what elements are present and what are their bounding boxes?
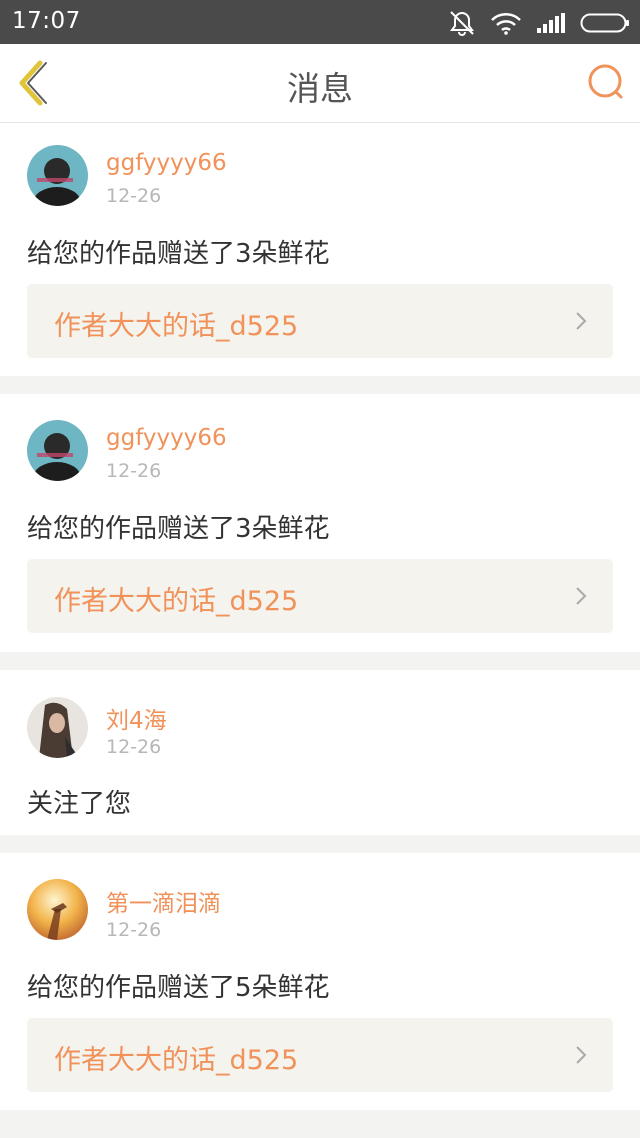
- chevron-right-icon: [575, 311, 587, 335]
- username[interactable]: 刘4海: [106, 701, 167, 735]
- chevron-right-icon: [575, 586, 587, 610]
- avatar[interactable]: [27, 145, 88, 206]
- status-bar: 17:07: [0, 0, 640, 44]
- work-title: 作者大大的话_d525: [54, 311, 299, 342]
- message-date: 12-26: [106, 185, 162, 207]
- nav-bar: 消息: [0, 44, 640, 123]
- work-link[interactable]: 作者大大的话_d525: [27, 559, 613, 633]
- work-title: 作者大大的话_d525: [54, 1045, 299, 1076]
- message-text: 给您的作品赠送了5朵鲜花: [27, 973, 330, 1003]
- avatar[interactable]: [27, 879, 88, 940]
- message-date: 12-26: [106, 919, 162, 941]
- work-title: 作者大大的话_d525: [54, 586, 299, 617]
- search-button[interactable]: [586, 62, 626, 102]
- message-card: ggfyyyy66 12-26 给您的作品赠送了3朵鲜花 作者大大的话_d525: [0, 394, 640, 652]
- message-text: 关注了您: [27, 789, 132, 819]
- message-text: 给您的作品赠送了3朵鲜花: [27, 514, 330, 544]
- page-title: 消息: [287, 69, 353, 108]
- message-date: 12-26: [106, 460, 162, 482]
- chevron-right-icon: [575, 1045, 587, 1069]
- wifi-icon: [490, 11, 522, 35]
- mute-icon: [448, 10, 476, 36]
- search-icon: [586, 64, 626, 106]
- message-text: 给您的作品赠送了3朵鲜花: [27, 239, 330, 269]
- avatar[interactable]: [27, 420, 88, 481]
- work-link[interactable]: 作者大大的话_d525: [27, 1018, 613, 1092]
- username[interactable]: ggfyyyy66: [106, 150, 227, 176]
- work-link[interactable]: 作者大大的话_d525: [27, 284, 613, 358]
- username[interactable]: 第一滴泪滴: [106, 884, 221, 918]
- status-icons: [448, 9, 630, 37]
- message-date: 12-26: [106, 736, 162, 758]
- message-card: ggfyyyy66 12-26 给您的作品赠送了3朵鲜花 作者大大的话_d525: [0, 123, 640, 376]
- message-card: 刘4海 12-26 关注了您: [0, 670, 640, 835]
- signal-icon: [536, 12, 566, 34]
- battery-icon: [580, 12, 630, 34]
- status-time: 17:07: [12, 8, 81, 34]
- avatar[interactable]: [27, 697, 88, 758]
- message-card: 第一滴泪滴 12-26 给您的作品赠送了5朵鲜花 作者大大的话_d525: [0, 853, 640, 1110]
- username[interactable]: ggfyyyy66: [106, 425, 227, 451]
